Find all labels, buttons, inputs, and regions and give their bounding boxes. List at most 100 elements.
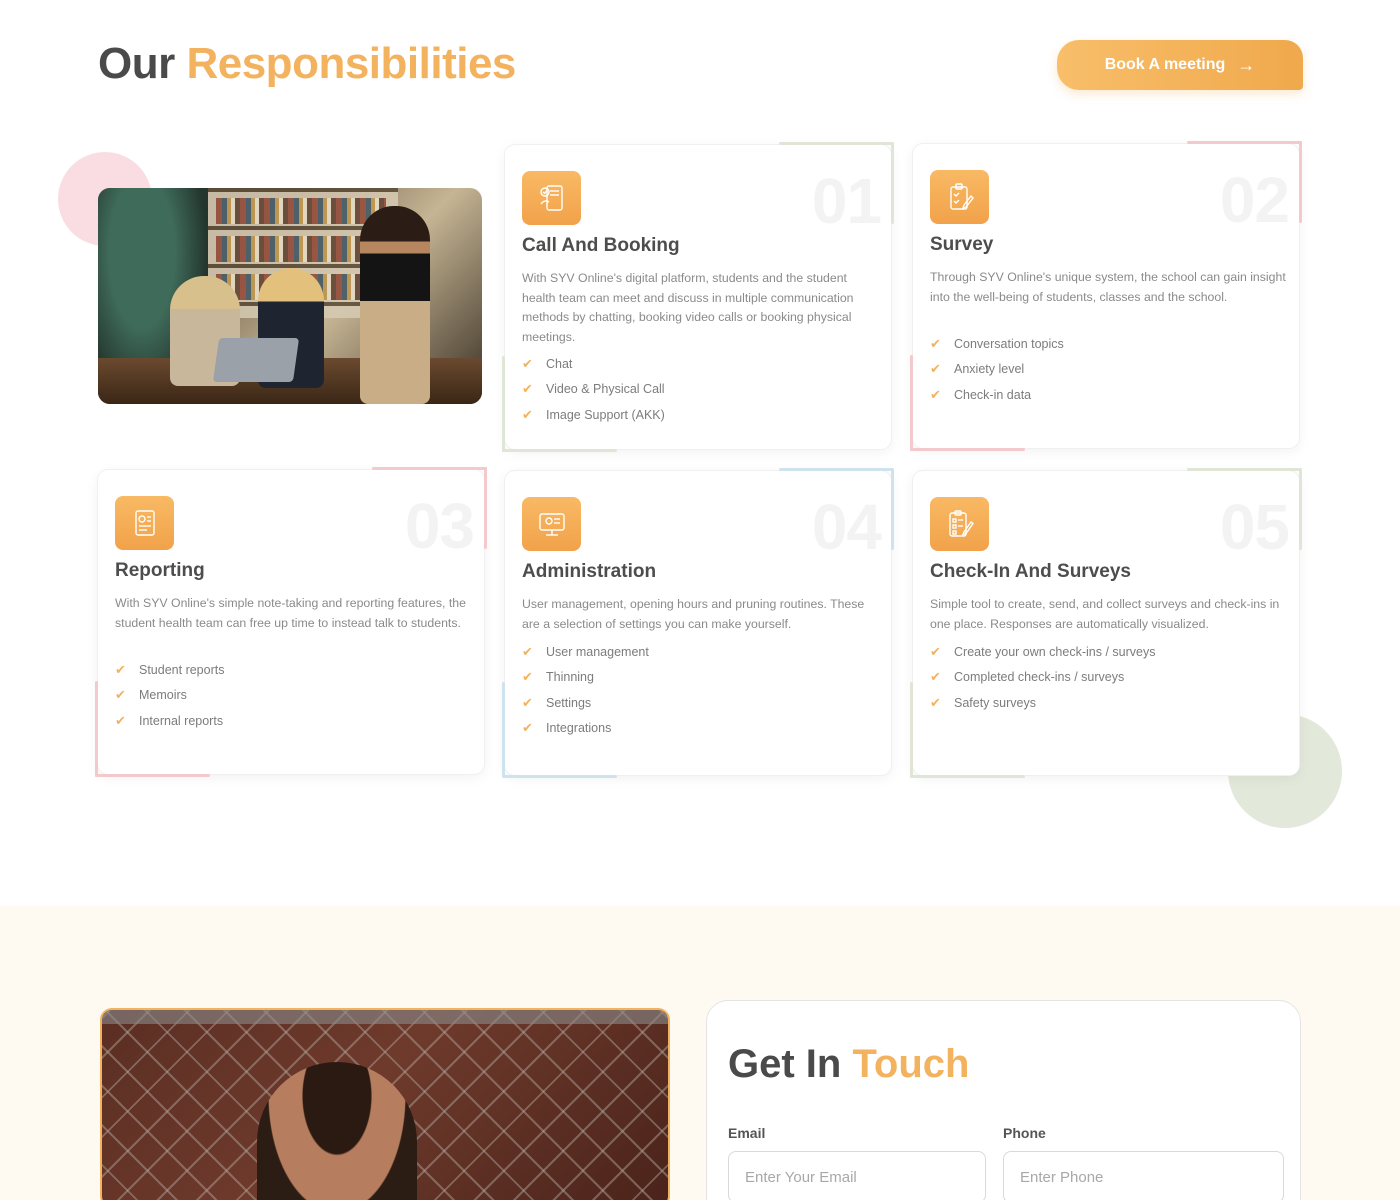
card-title: Reporting: [115, 560, 205, 581]
card-survey: 02 Survey Through SYV Online's unique sy…: [910, 141, 1302, 451]
call-booking-icon: [522, 171, 581, 225]
survey-icon: [930, 170, 989, 224]
admin-monitor-icon: [522, 497, 581, 551]
card-check-in-surveys: 05 Check-In And Surveys Simple tool to c…: [910, 468, 1302, 778]
card-edge: [484, 467, 487, 549]
card-number: 01: [811, 165, 882, 237]
feature-item: ✔ Completed check-ins / surveys: [930, 665, 1155, 691]
check-icon: ✔: [522, 406, 533, 422]
check-icon: ✔: [522, 720, 533, 736]
feature-list: ✔ Chat ✔ Video & Physical Call ✔ Image Supp…: [522, 351, 665, 428]
check-icon: ✔: [930, 643, 941, 659]
check-icon: ✔: [115, 712, 126, 728]
feature-label: Chat: [546, 356, 573, 371]
feature-label: Anxiety level: [954, 362, 1025, 377]
card-edge: [502, 775, 617, 778]
feature-item: ✔ Image Support (AKK): [522, 402, 665, 428]
card-description: Simple tool to create, send, and collect…: [930, 597, 1280, 631]
card-title: Administration: [522, 561, 657, 582]
check-icon: ✔: [930, 361, 941, 377]
feature-label: Memoirs: [139, 688, 187, 703]
card-description: Through SYV Online's unique system, the …: [930, 270, 1286, 304]
photo-laptop: [212, 338, 300, 382]
card-edge: [910, 355, 913, 451]
feature-label: Internal reports: [139, 713, 224, 728]
photo-student-3: [360, 206, 430, 404]
feature-item: ✔ Conversation topics: [930, 331, 1064, 357]
feature-item: ✔ Safety surveys: [930, 690, 1155, 716]
phone-field[interactable]: [1003, 1151, 1284, 1200]
phone-label: Phone: [1003, 1125, 1046, 1141]
card-edge: [502, 356, 505, 452]
card-edge: [372, 467, 487, 470]
card-edge: [910, 775, 1025, 778]
card-description: With SYV Online's digital platform, stud…: [522, 271, 854, 344]
feature-item: ✔ Settings: [522, 690, 649, 716]
card-edge: [1299, 141, 1302, 223]
feature-label: Check-in data: [954, 387, 1032, 402]
students-photo: [98, 188, 482, 404]
card-number: 02: [1219, 164, 1290, 236]
card-number: 03: [404, 490, 475, 562]
feature-item: ✔ Anxiety level: [930, 357, 1064, 383]
feature-list: ✔ Student reports ✔ Memoirs ✔ Internal repo…: [115, 657, 224, 734]
check-icon: ✔: [930, 669, 941, 685]
feature-item: ✔ Integrations: [522, 716, 649, 742]
card-edge: [95, 681, 98, 777]
feature-item: ✔ Create your own check-ins / surveys: [930, 639, 1155, 665]
feature-item: ✔ Check-in data: [930, 382, 1064, 408]
check-icon: ✔: [930, 335, 941, 351]
feature-item: ✔ Thinning: [522, 665, 649, 691]
check-icon: ✔: [930, 386, 941, 402]
email-label: Email: [728, 1125, 766, 1141]
contact-form: Get In Touch Email Phone: [706, 1000, 1301, 1200]
title-plain: Our: [98, 39, 175, 88]
check-icon: ✔: [522, 694, 533, 710]
card-title: Call And Booking: [522, 235, 680, 256]
card-edge: [779, 468, 894, 471]
card-edge: [891, 142, 894, 224]
feature-item: ✔ Chat: [522, 351, 665, 377]
check-icon: ✔: [522, 355, 533, 371]
feature-list: ✔ Conversation topics ✔ Anxiety level ✔ Che…: [930, 331, 1064, 408]
check-icon: ✔: [522, 643, 533, 659]
feature-item: ✔ Memoirs: [115, 683, 224, 709]
arrow-right-icon: →: [1237, 55, 1256, 75]
feature-label: Video & Physical Call: [546, 382, 665, 397]
contact-title-accent: Touch: [852, 1042, 970, 1086]
feature-label: Thinning: [546, 670, 594, 685]
feature-item: ✔ User management: [522, 639, 649, 665]
title-accent: Responsibilities: [186, 39, 516, 88]
contact-title-plain: Get In: [728, 1042, 842, 1086]
feature-label: Integrations: [546, 721, 612, 736]
feature-label: Student reports: [139, 662, 225, 677]
card-call-booking: 01 Call And Booking With SYV Online's di…: [502, 142, 894, 452]
feature-label: Conversation topics: [954, 336, 1064, 351]
feature-label: Create your own check-ins / surveys: [954, 644, 1156, 659]
book-meeting-button[interactable]: Book A meeting →: [1057, 40, 1303, 90]
check-icon: ✔: [522, 669, 533, 685]
check-icon: ✔: [930, 694, 941, 710]
card-number: 05: [1219, 491, 1290, 563]
card-description: With SYV Online's simple note-taking and…: [115, 596, 466, 630]
section-title: Our Responsibilities: [98, 38, 516, 90]
card-edge: [891, 468, 894, 550]
card-edge: [910, 448, 1025, 451]
contact-photo: [100, 1008, 670, 1200]
card-title: Survey: [930, 234, 994, 255]
card-edge: [95, 774, 210, 777]
card-edge: [779, 142, 894, 145]
email-field[interactable]: [728, 1151, 986, 1200]
feature-item: ✔ Video & Physical Call: [522, 377, 665, 403]
feature-list: ✔ User management ✔ Thinning ✔ Settings ✔ In…: [522, 639, 649, 741]
check-icon: ✔: [115, 661, 126, 677]
feature-list: ✔ Create your own check-ins / surveys ✔ Co…: [930, 639, 1155, 716]
card-edge: [1187, 468, 1302, 471]
checklist-icon: [930, 497, 989, 551]
card-number: 04: [811, 491, 882, 563]
contact-title: Get In Touch: [728, 1039, 969, 1089]
feature-item: ✔ Student reports: [115, 657, 224, 683]
feature-label: User management: [546, 644, 649, 659]
card-edge: [1299, 468, 1302, 550]
book-meeting-label: Book A meeting: [1104, 56, 1226, 73]
